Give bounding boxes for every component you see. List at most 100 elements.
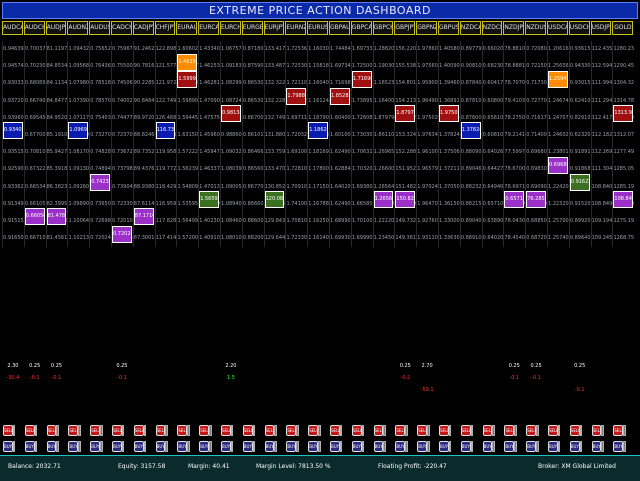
sell-button[interactable]: SELL [395,425,406,436]
lot-stepper[interactable] [361,425,365,436]
sell-button[interactable]: SELL [24,425,35,436]
lot-stepper[interactable] [209,425,212,436]
buy-button[interactable]: BUY [199,441,209,452]
lot-stepper[interactable] [470,425,474,436]
lot-stepper[interactable] [34,441,38,452]
lot-stepper[interactable] [100,425,103,436]
lot-stepper[interactable] [12,441,16,452]
buy-button[interactable]: BUY [330,441,340,452]
buy-button[interactable]: BUY [482,441,493,452]
lot-stepper[interactable] [405,441,408,452]
lot-stepper[interactable] [230,441,234,452]
sell-button[interactable]: SELL [155,425,166,436]
lot-stepper[interactable] [318,441,321,452]
buy-button[interactable]: BUY [3,441,13,452]
lot-stepper[interactable] [579,441,583,452]
buy-button[interactable]: BUY [177,441,188,452]
sell-button[interactable]: SELL [569,425,580,436]
buy-button[interactable]: BUY [24,441,35,452]
sell-button[interactable]: SELL [373,425,384,436]
lot-stepper[interactable] [78,425,81,436]
buy-button[interactable]: BUY [112,441,122,452]
lot-stepper[interactable] [34,425,38,436]
lot-stepper[interactable] [405,425,408,436]
lot-stepper[interactable] [56,425,60,436]
lot-stepper[interactable] [318,425,321,436]
lot-stepper[interactable] [339,425,343,436]
lot-stepper[interactable] [536,425,539,436]
lot-stepper[interactable] [56,441,60,452]
lot-stepper[interactable] [296,425,299,436]
lot-stepper[interactable] [252,425,256,436]
sell-button[interactable]: SELL [264,425,275,436]
buy-button[interactable]: BUY [308,441,318,452]
buy-button[interactable]: BUY [548,441,558,452]
sell-button[interactable]: SELL [308,425,318,436]
lot-stepper[interactable] [100,441,103,452]
sell-button[interactable]: SELL [3,425,13,436]
sell-button[interactable]: SELL [68,425,79,436]
lot-stepper[interactable] [252,441,256,452]
buy-button[interactable]: BUY [460,441,471,452]
lot-stepper[interactable] [121,441,125,452]
lot-stepper[interactable] [623,441,626,452]
sell-button[interactable]: SELL [90,425,100,436]
lot-stepper[interactable] [274,441,278,452]
lot-stepper[interactable] [514,425,517,436]
lot-stepper[interactable] [12,425,16,436]
sell-button[interactable]: SELL [504,425,515,436]
sell-button[interactable]: SELL [591,425,602,436]
sell-button[interactable]: SELL [242,425,253,436]
lot-stepper[interactable] [209,441,212,452]
buy-button[interactable]: BUY [373,441,384,452]
buy-button[interactable]: BUY [155,441,166,452]
buy-button[interactable]: BUY [286,441,297,452]
sell-button[interactable]: SELL [526,425,536,436]
lot-stepper[interactable] [274,425,278,436]
sell-button[interactable]: SELL [613,425,624,436]
lot-stepper[interactable] [470,441,474,452]
lot-stepper[interactable] [361,441,365,452]
buy-button[interactable]: BUY [417,441,427,452]
sell-button[interactable]: SELL [351,425,362,436]
buy-button[interactable]: BUY [242,441,253,452]
lot-stepper[interactable] [187,425,190,436]
buy-button[interactable]: BUY [90,441,100,452]
lot-stepper[interactable] [165,441,169,452]
lot-stepper[interactable] [448,425,452,436]
lot-stepper[interactable] [427,425,430,436]
sell-button[interactable]: SELL [46,425,57,436]
lot-stepper[interactable] [143,441,147,452]
sell-button[interactable]: SELL [439,425,449,436]
buy-button[interactable]: BUY [46,441,57,452]
lot-stepper[interactable] [514,441,517,452]
lot-stepper[interactable] [557,425,561,436]
buy-button[interactable]: BUY [526,441,536,452]
buy-button[interactable]: BUY [439,441,449,452]
sell-button[interactable]: SELL [417,425,427,436]
sell-button[interactable]: SELL [482,425,493,436]
lot-stepper[interactable] [448,441,452,452]
lot-stepper[interactable] [339,441,343,452]
lot-stepper[interactable] [165,425,169,436]
lot-stepper[interactable] [230,425,234,436]
lot-stepper[interactable] [557,441,561,452]
lot-stepper[interactable] [601,441,605,452]
buy-button[interactable]: BUY [221,441,231,452]
buy-button[interactable]: BUY [591,441,602,452]
sell-button[interactable]: SELL [286,425,297,436]
lot-stepper[interactable] [78,441,81,452]
lot-stepper[interactable] [296,441,299,452]
lot-stepper[interactable] [383,441,387,452]
sell-button[interactable]: SELL [548,425,558,436]
lot-stepper[interactable] [187,441,190,452]
lot-stepper[interactable] [427,441,430,452]
sell-button[interactable]: SELL [133,425,144,436]
sell-button[interactable]: SELL [177,425,188,436]
buy-button[interactable]: BUY [351,441,362,452]
lot-stepper[interactable] [143,425,147,436]
buy-button[interactable]: BUY [504,441,515,452]
lot-stepper[interactable] [623,425,626,436]
buy-button[interactable]: BUY [569,441,580,452]
buy-button[interactable]: BUY [68,441,79,452]
